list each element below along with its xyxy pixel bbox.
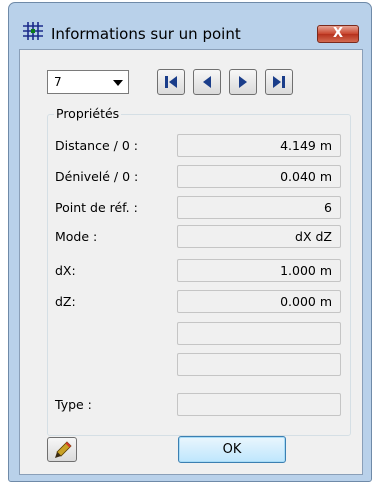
properties-group-title: Propriétés [54, 106, 122, 121]
previous-point-button[interactable] [193, 69, 221, 95]
dz-field: 0.000 m [177, 290, 341, 313]
distance-field: 4.149 m [177, 134, 341, 157]
window-title: Informations sur un point [51, 25, 241, 43]
dx-field: 1.000 m [177, 259, 341, 282]
point-select[interactable]: 7 [47, 70, 129, 94]
last-point-button[interactable] [265, 69, 293, 95]
chevron-down-icon [113, 80, 123, 86]
first-point-button[interactable] [157, 69, 185, 95]
empty-field-2 [177, 353, 341, 376]
dx-label: dX: [55, 263, 76, 278]
ok-button[interactable]: OK [178, 436, 286, 463]
empty-field-1 [177, 322, 341, 345]
distance-label: Distance / 0 : [55, 138, 138, 153]
pencil-icon [55, 441, 72, 458]
elevation-diff-field: 0.040 m [177, 165, 341, 188]
last-icon [273, 76, 285, 88]
close-button[interactable]: X [317, 25, 359, 43]
previous-icon [203, 76, 211, 88]
next-point-button[interactable] [229, 69, 257, 95]
edit-button[interactable] [47, 437, 77, 462]
type-field [177, 393, 341, 416]
reference-point-label: Point de réf. : [55, 200, 138, 215]
grid-icon [23, 22, 43, 40]
next-icon [239, 76, 247, 88]
mode-field: dX dZ [177, 225, 341, 248]
mode-label: Mode : [55, 229, 98, 244]
elevation-diff-label: Dénivelé / 0 : [55, 169, 139, 184]
point-select-value: 7 [54, 75, 62, 89]
dz-label: dZ: [55, 294, 76, 309]
reference-point-field: 6 [177, 196, 341, 219]
first-icon [165, 76, 177, 88]
type-label: Type : [55, 397, 92, 412]
